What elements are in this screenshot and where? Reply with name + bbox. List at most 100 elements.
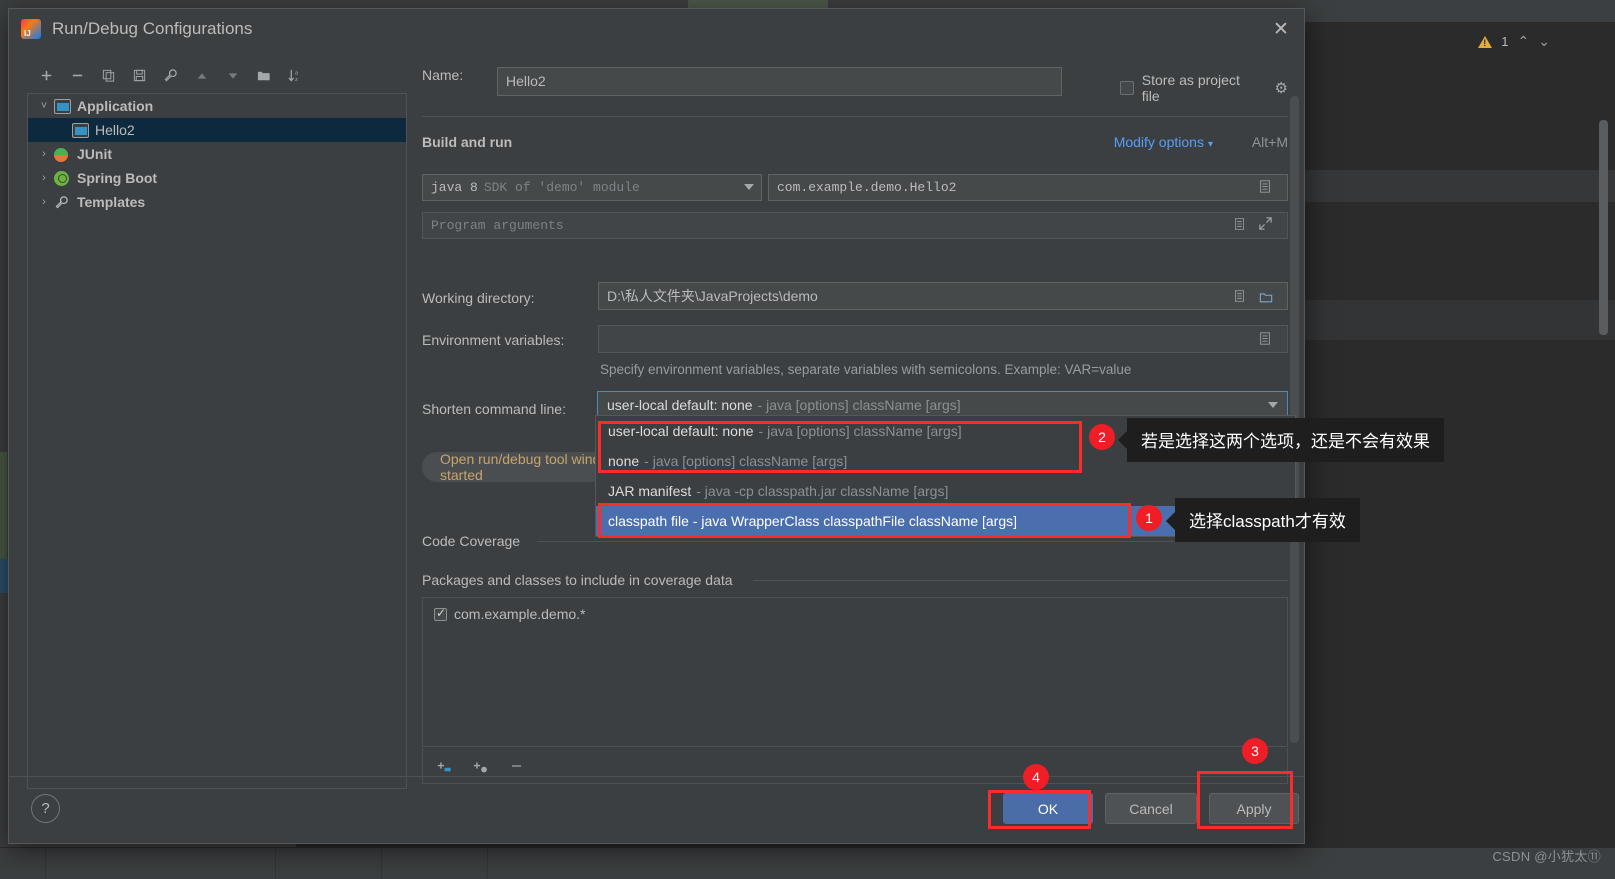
dialog-title: Run/Debug Configurations xyxy=(52,19,253,38)
tree-item-hello2[interactable]: Hello2 xyxy=(28,118,406,142)
edit-env-vars-icon[interactable] xyxy=(1258,331,1272,349)
browse-folder-icon[interactable] xyxy=(1258,290,1274,307)
dialog-footer-divider xyxy=(9,776,1304,777)
tree-item-label: Hello2 xyxy=(95,122,135,138)
add-configuration-button[interactable] xyxy=(31,63,62,89)
coverage-item-checkbox[interactable] xyxy=(434,606,447,621)
cancel-button[interactable]: Cancel xyxy=(1105,793,1197,824)
code-coverage-title: Code Coverage xyxy=(422,533,521,549)
annotation-arrow-1 xyxy=(1166,512,1175,530)
shorten-command-line-value: user-local default: none xyxy=(607,397,753,413)
tree-item-junit[interactable]: › JUnit xyxy=(28,142,406,166)
chevron-up-icon[interactable]: ⌃ xyxy=(1518,33,1530,50)
status-cell xyxy=(382,848,488,879)
store-as-project-file-label: Store as project file xyxy=(1141,72,1240,104)
dropdown-option-title: classpath file - java WrapperClass class… xyxy=(608,513,1018,529)
annotation-tooltip-1: 选择classpath才有效 xyxy=(1175,498,1360,542)
ide-status-bar xyxy=(0,847,1615,879)
expander-icon[interactable]: ˅ xyxy=(34,100,54,112)
program-arguments-input[interactable]: Program arguments xyxy=(422,212,1288,239)
vcs-change-marker xyxy=(0,452,7,572)
copy-configuration-button[interactable] xyxy=(93,63,124,89)
svg-text:z: z xyxy=(295,77,298,83)
dropdown-option-desc: - java [options] className [args] xyxy=(644,453,848,469)
tree-item-label: JUnit xyxy=(77,146,112,162)
dropdown-option-desc: - java -cp classpath.jar className [args… xyxy=(696,483,949,499)
close-icon[interactable]: ✕ xyxy=(1268,17,1294,41)
modify-options-shortcut: Alt+M xyxy=(1251,134,1288,150)
working-directory-input[interactable]: D:\私人文件夹\JavaProjects\demo xyxy=(598,282,1288,310)
section-divider xyxy=(422,116,1288,117)
annotation-badge-1: 1 xyxy=(1136,505,1162,531)
warning-triangle-icon xyxy=(1478,35,1493,48)
coverage-list-toolbar xyxy=(422,748,1288,784)
junit-icon xyxy=(54,147,71,162)
expander-icon[interactable]: › xyxy=(34,172,54,184)
expander-icon[interactable]: › xyxy=(34,196,54,208)
tree-item-label: Templates xyxy=(77,194,146,210)
editor-scrollbar[interactable] xyxy=(1599,120,1608,335)
expander-icon[interactable]: › xyxy=(34,148,54,160)
application-icon xyxy=(72,122,89,138)
annotation-badge-2: 2 xyxy=(1089,424,1115,450)
jre-primary: java 8 xyxy=(431,180,478,195)
environment-variables-input[interactable] xyxy=(598,325,1288,353)
store-as-project-file-checkbox[interactable] xyxy=(1120,81,1134,95)
wrench-icon xyxy=(54,195,71,210)
spring-boot-icon xyxy=(54,170,71,186)
status-cell xyxy=(46,848,276,879)
tree-item-label: Spring Boot xyxy=(77,170,158,186)
chevron-down-icon[interactable] xyxy=(1268,402,1278,408)
gear-icon[interactable]: ⚙ xyxy=(1275,79,1288,97)
coverage-list-item[interactable]: com.example.demo.* xyxy=(423,598,1287,622)
inspection-widget[interactable]: 1 ⌃ ⌄ xyxy=(1478,33,1550,50)
edit-templates-wrench-icon[interactable] xyxy=(155,63,186,89)
add-package-button[interactable] xyxy=(433,755,455,777)
build-and-run-title: Build and run xyxy=(422,134,513,150)
store-as-project-file-row[interactable]: Store as project file ⚙ xyxy=(1120,72,1288,104)
main-class-input[interactable]: com.example.demo.Hello2 xyxy=(768,174,1288,201)
tree-item-application[interactable]: ˅ Application xyxy=(28,94,406,118)
dropdown-option-title: user-local default: none xyxy=(608,423,754,439)
chevron-down-icon[interactable]: ⌄ xyxy=(1538,33,1550,50)
name-label: Name: xyxy=(422,67,464,83)
tree-item-label: Application xyxy=(77,98,154,114)
jre-select[interactable]: java 8 SDK of 'demo' module xyxy=(422,174,762,201)
chevron-down-icon[interactable] xyxy=(744,184,754,190)
tree-item-templates[interactable]: › Templates xyxy=(28,190,406,214)
expand-icon[interactable] xyxy=(1258,216,1273,234)
annotation-badge-4: 4 xyxy=(1023,764,1049,790)
move-up-button[interactable] xyxy=(186,63,217,89)
modify-options-link[interactable]: Modify options ▾ xyxy=(1114,134,1213,150)
macro-list-icon[interactable] xyxy=(1233,217,1246,234)
editor-highlight-row xyxy=(1296,170,1615,202)
remove-pattern-button[interactable] xyxy=(505,755,527,777)
sort-configurations-button[interactable]: az xyxy=(279,63,310,89)
expand-editor-icon[interactable] xyxy=(1258,179,1272,197)
name-input[interactable]: Hello2 xyxy=(497,67,1062,96)
name-row: Name: Hello2 Store as project file ⚙ xyxy=(422,67,1288,104)
ok-button[interactable]: OK xyxy=(1003,793,1093,824)
status-cell xyxy=(276,848,382,879)
new-folder-button[interactable] xyxy=(248,63,279,89)
annotation-arrow-2 xyxy=(1118,431,1127,449)
save-configuration-button[interactable] xyxy=(124,63,155,89)
dropdown-option-title: JAR manifest xyxy=(608,483,692,499)
apply-button[interactable]: Apply xyxy=(1209,793,1299,824)
configurations-tree[interactable]: ˅ Application Hello2 › JUnit › Spring Bo… xyxy=(27,93,407,789)
configurations-panel: az ˅ Application Hello2 › JUnit › Spring… xyxy=(18,60,407,789)
environment-variables-label: Environment variables: xyxy=(422,332,565,348)
help-button[interactable]: ? xyxy=(31,794,60,823)
move-down-button[interactable] xyxy=(217,63,248,89)
intellij-idea-logo-icon xyxy=(21,19,41,39)
section-divider xyxy=(753,580,1288,581)
macro-list-icon[interactable] xyxy=(1233,289,1246,306)
add-class-button[interactable] xyxy=(469,755,491,777)
remove-configuration-button[interactable] xyxy=(62,63,93,89)
coverage-patterns-list[interactable]: com.example.demo.* xyxy=(422,597,1288,747)
status-cell xyxy=(0,848,46,879)
packages-section-title: Packages and classes to include in cover… xyxy=(422,572,733,588)
tree-item-spring-boot[interactable]: › Spring Boot xyxy=(28,166,406,190)
dropdown-option-title: none xyxy=(608,453,640,469)
environment-variables-hint: Specify environment variables, separate … xyxy=(600,362,1132,377)
